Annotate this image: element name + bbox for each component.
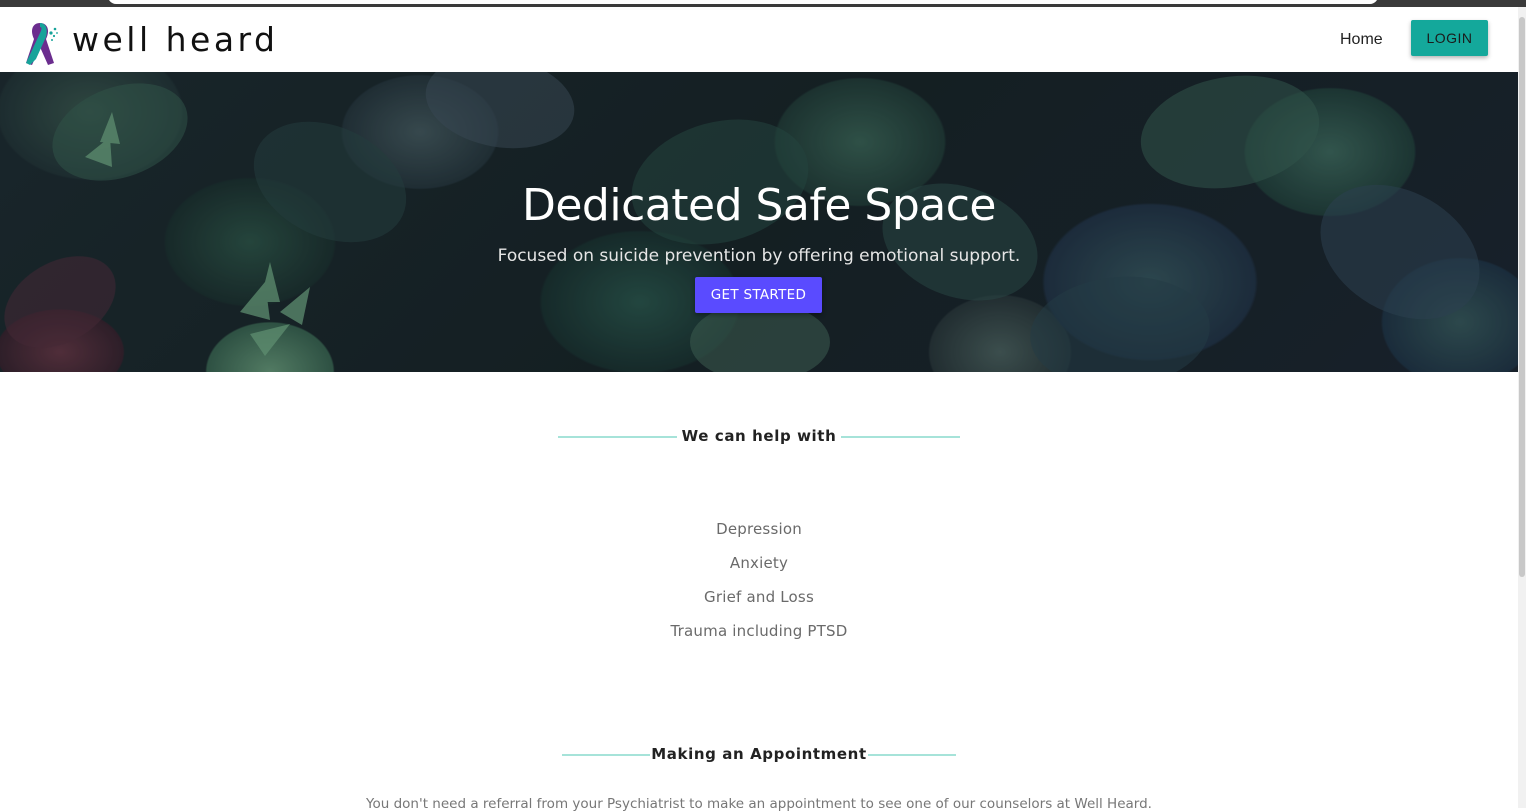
help-item-anxiety: Anxiety bbox=[729, 554, 789, 572]
hero-banner: Dedicated Safe Space Focused on suicide … bbox=[0, 72, 1518, 372]
heading-divider-left bbox=[562, 754, 650, 756]
appointment-heading-label: Making an Appointment bbox=[651, 745, 867, 763]
browser-address-bar-edge bbox=[108, 0, 1378, 4]
heading-divider-left bbox=[558, 436, 677, 438]
navbar: well heard Home LOGIN bbox=[0, 7, 1518, 72]
heading-divider-right bbox=[868, 754, 956, 756]
appointment-description: You don't need a referral from your Psyc… bbox=[366, 796, 1152, 812]
hero-title: Dedicated Safe Space bbox=[521, 180, 997, 231]
page-scrollbar[interactable] bbox=[1518, 7, 1526, 808]
appointment-section-heading: Making an Appointment bbox=[0, 745, 1518, 764]
nav-home-link[interactable]: Home bbox=[1340, 31, 1383, 49]
ribbon-icon bbox=[26, 23, 58, 65]
get-started-button[interactable]: GET STARTED bbox=[695, 277, 822, 313]
brand-name[interactable]: well heard bbox=[72, 20, 279, 59]
hero-subtitle: Focused on suicide prevention by offerin… bbox=[497, 246, 1021, 266]
help-item-depression: Depression bbox=[716, 520, 802, 538]
help-item-trauma: Trauma including PTSD bbox=[670, 622, 848, 640]
browser-top-strip bbox=[0, 0, 1526, 7]
help-heading-label: We can help with bbox=[681, 427, 837, 445]
help-item-grief: Grief and Loss bbox=[704, 588, 814, 606]
login-button[interactable]: LOGIN bbox=[1411, 20, 1488, 56]
help-topics-list: Depression Anxiety Grief and Loss Trauma… bbox=[0, 518, 1518, 654]
scrollbar-thumb[interactable] bbox=[1519, 17, 1525, 577]
heading-divider-right bbox=[841, 436, 960, 438]
help-section-heading: We can help with bbox=[0, 427, 1518, 446]
